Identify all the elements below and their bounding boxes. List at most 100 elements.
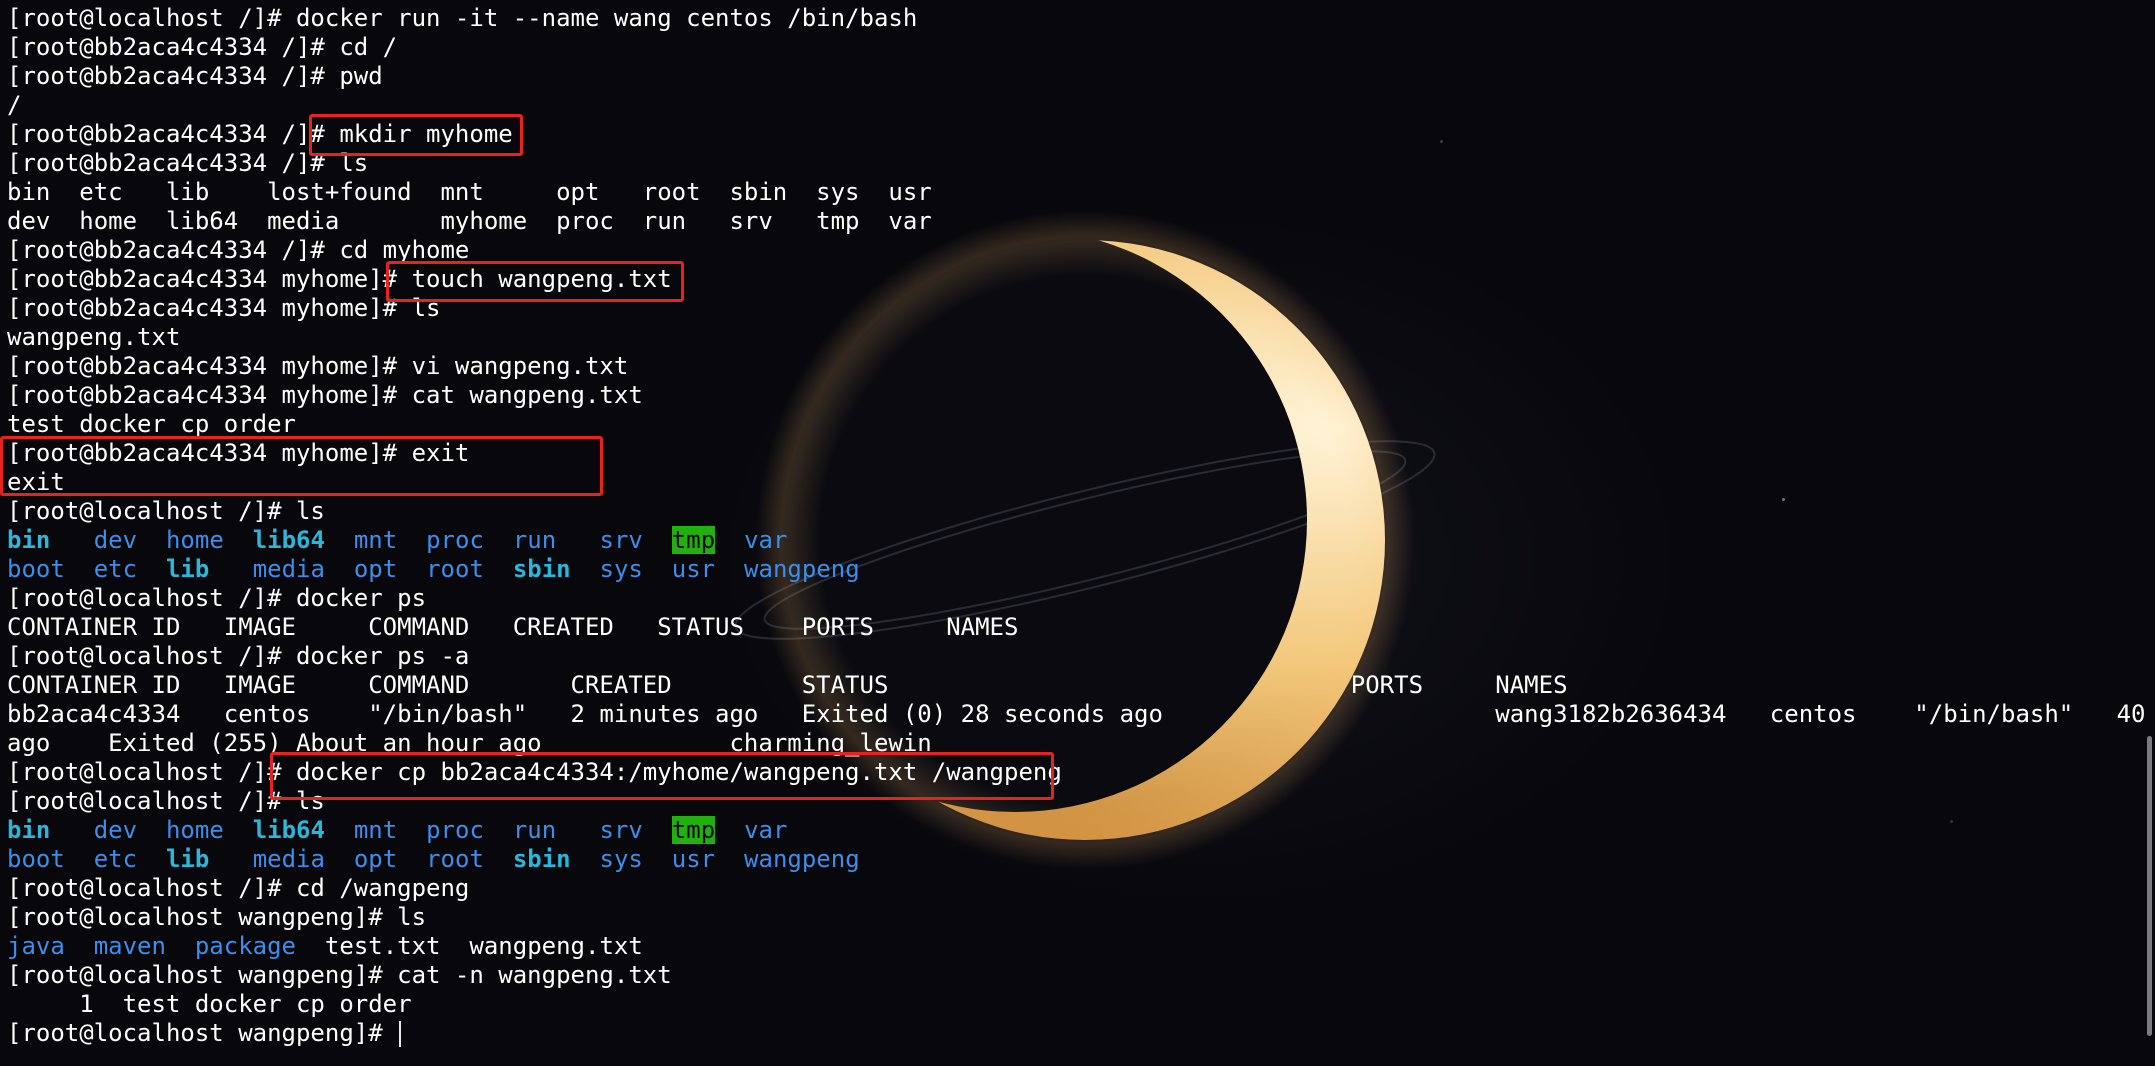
terminal-line: [root@bb2aca4c4334 /]# cd /	[7, 33, 2155, 62]
ls-entry: mnt	[353, 816, 398, 844]
terminal-text: test.txt wangpeng.txt	[296, 932, 643, 960]
ls-entry: etc	[93, 555, 138, 583]
terminal-text: [root@localhost /]# docker run -it --nam…	[7, 4, 918, 32]
terminal-line: [root@localhost wangpeng]# ls	[7, 903, 2155, 932]
terminal-line: [root@bb2aca4c4334 myhome]# cat wangpeng…	[7, 381, 2155, 410]
terminal-line: [root@localhost /]# docker ps -a	[7, 642, 2155, 671]
scrollbar-thumb[interactable]	[2147, 736, 2152, 1036]
terminal-text: [root@bb2aca4c4334 myhome]# cat wangpeng…	[7, 381, 643, 409]
terminal-line: dev home lib64 media myhome proc run srv…	[7, 207, 2155, 236]
terminal-line: boot etc lib media opt root sbin sys usr…	[7, 845, 2155, 874]
ls-entry: package	[194, 932, 297, 960]
ls-entry: dev	[93, 816, 138, 844]
terminal-text: [root@localhost /]# ls	[7, 787, 325, 815]
ls-entry: lib64	[252, 526, 325, 554]
terminal-text: [root@localhost /]# docker cp bb2aca4c43…	[7, 758, 1062, 786]
ls-entry: sbin	[512, 845, 571, 873]
ls-entry: opt	[353, 555, 398, 583]
terminal-line: [root@bb2aca4c4334 /]# cd myhome	[7, 236, 2155, 265]
terminal-line: [root@bb2aca4c4334 myhome]# exit	[7, 439, 2155, 468]
terminal-text: [root@bb2aca4c4334 myhome]# touch wangpe…	[7, 265, 672, 293]
terminal-line: [root@localhost /]# cd /wangpeng	[7, 874, 2155, 903]
terminal-text: [root@localhost /]# docker ps	[7, 584, 427, 612]
terminal-line: [root@bb2aca4c4334 /]# ls	[7, 149, 2155, 178]
ls-entry: tmp	[671, 526, 716, 554]
terminal-text: ago Exited (255) About an hour ago charm…	[7, 729, 932, 757]
ls-entry: sys	[599, 845, 643, 873]
terminal-line: [root@localhost wangpeng]# cat -n wangpe…	[7, 961, 2155, 990]
ls-entry: usr	[671, 555, 716, 583]
ls-entry: maven	[93, 932, 166, 960]
ls-entry: bin	[7, 816, 51, 844]
terminal-window[interactable]: [root@localhost /]# docker run -it --nam…	[0, 0, 2155, 1066]
terminal-line: ago Exited (255) About an hour ago charm…	[7, 729, 2155, 758]
terminal-text: bin etc lib lost+found mnt opt root sbin…	[7, 178, 932, 206]
terminal-text: [root@bb2aca4c4334 /]# cd myhome	[7, 236, 470, 264]
ls-entry: bin	[7, 526, 51, 554]
terminal-output: [root@localhost /]# docker run -it --nam…	[7, 4, 2155, 1048]
terminal-line: [root@bb2aca4c4334 myhome]# vi wangpeng.…	[7, 352, 2155, 381]
terminal-text: CONTAINER ID IMAGE COMMAND CREATED STATU…	[7, 613, 1019, 641]
ls-entry: wangpeng	[744, 555, 860, 583]
ls-entry: mnt	[353, 526, 398, 554]
ls-entry: home	[165, 526, 224, 554]
ls-entry: proc	[426, 816, 484, 844]
ls-entry: java	[7, 932, 65, 960]
terminal-text: exit	[7, 468, 65, 496]
terminal-line: bin dev home lib64 mnt proc run srv tmp …	[7, 816, 2155, 845]
ls-entry: boot	[7, 845, 65, 873]
terminal-line: CONTAINER ID IMAGE COMMAND CREATED STATU…	[7, 613, 2155, 642]
terminal-line: test docker cp order	[7, 410, 2155, 439]
terminal-line: bin dev home lib64 mnt proc run srv tmp …	[7, 526, 2155, 555]
terminal-line: [root@bb2aca4c4334 /]# pwd	[7, 62, 2155, 91]
terminal-line: [root@bb2aca4c4334 myhome]# ls	[7, 294, 2155, 323]
terminal-line: [root@localhost /]# docker run -it --nam…	[7, 4, 2155, 33]
ls-entry: var	[744, 526, 788, 554]
ls-entry: sbin	[512, 555, 571, 583]
ls-entry: media	[252, 555, 325, 583]
ls-entry: proc	[426, 526, 484, 554]
terminal-text: bb2aca4c4334 centos "/bin/bash" 2 minute…	[7, 700, 2155, 728]
ls-entry: home	[165, 816, 224, 844]
terminal-line: [root@bb2aca4c4334 /]# mkdir myhome	[7, 120, 2155, 149]
ls-entry: wangpeng	[744, 845, 860, 873]
terminal-text: [root@localhost /]# ls	[7, 497, 325, 525]
terminal-line: [root@bb2aca4c4334 myhome]# touch wangpe…	[7, 265, 2155, 294]
ls-entry: usr	[671, 845, 716, 873]
terminal-text: [root@localhost /]# cd /wangpeng	[7, 874, 470, 902]
ls-entry: media	[252, 845, 325, 873]
terminal-text: [root@bb2aca4c4334 /]# pwd	[7, 62, 383, 90]
ls-entry: run	[512, 526, 557, 554]
terminal-line: exit	[7, 468, 2155, 497]
ls-entry: etc	[93, 845, 138, 873]
terminal-text: wangpeng.txt	[7, 323, 181, 351]
